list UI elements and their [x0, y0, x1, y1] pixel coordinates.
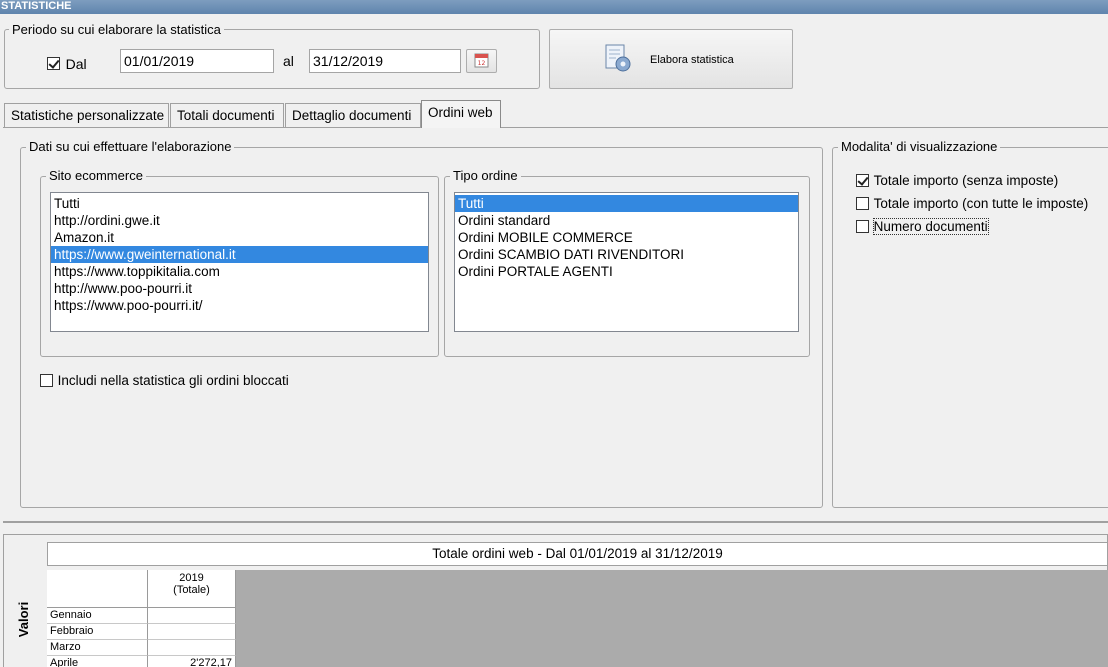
modalita-legend: Modalita' di visualizzazione — [838, 139, 1001, 154]
from-date-input[interactable]: 01/01/2019 — [120, 49, 274, 73]
option-numero-documenti[interactable]: Numero documenti — [856, 218, 989, 236]
tab-dettaglio-documenti[interactable]: Dettaglio documenti — [285, 103, 421, 128]
pivot-rows: Gennaio Febbraio Marzo Aprile 2'272,17 — [47, 608, 236, 667]
option-totale-senza-imposte[interactable]: Totale importo (senza imposte) — [856, 172, 1058, 188]
option-totale-senza-imposte-box[interactable] — [856, 174, 869, 188]
from-checkbox-label: Dal — [65, 55, 87, 72]
value-cell[interactable]: 2'272,17 — [148, 656, 236, 667]
to-label: al — [283, 53, 294, 69]
from-checkbox[interactable]: Dal — [47, 55, 87, 72]
pivot-title: Totale ordini web - Dal 01/01/2019 al 31… — [47, 542, 1108, 566]
pivot-column-header[interactable]: 2019 (Totale) — [148, 570, 236, 608]
month-cell: Marzo — [47, 640, 148, 656]
tab-statistiche-personalizzate[interactable]: Statistiche personalizzate — [4, 103, 169, 128]
value-cell[interactable] — [148, 608, 236, 624]
tipo-listbox[interactable]: Tutti Ordini standard Ordini MOBILE COMMER… — [454, 192, 799, 332]
pivot-side-label: Valori — [16, 601, 32, 637]
tab-panel-border — [3, 127, 1108, 128]
table-row: Aprile 2'272,17 — [47, 656, 236, 667]
period-legend: Periodo su cui elaborare la statistica — [9, 22, 224, 37]
list-item[interactable]: Ordini PORTALE AGENTI — [455, 263, 798, 280]
option-totale-con-imposte-box[interactable] — [856, 197, 869, 211]
calendar-button[interactable]: 12 — [466, 49, 497, 73]
option-totale-con-imposte[interactable]: Totale importo (con tutte le imposte) — [856, 195, 1088, 211]
value-cell[interactable] — [148, 624, 236, 640]
splitter[interactable] — [3, 521, 1108, 523]
table-row: Febbraio — [47, 624, 236, 640]
tipo-legend: Tipo ordine — [450, 168, 521, 183]
list-item[interactable]: Ordini standard — [455, 212, 798, 229]
list-item[interactable]: Ordini MOBILE COMMERCE — [455, 229, 798, 246]
month-cell: Febbraio — [47, 624, 148, 640]
value-cell[interactable] — [148, 640, 236, 656]
list-item[interactable]: https://www.toppikitalia.com — [51, 263, 428, 280]
list-item[interactable]: Ordini SCAMBIO DATI RIVENDITORI — [455, 246, 798, 263]
sito-legend: Sito ecommerce — [46, 168, 146, 183]
elabora-statistica-label: Elabora statistica — [650, 54, 734, 66]
dati-legend: Dati su cui effettuare l'elaborazione — [26, 139, 235, 154]
list-item[interactable]: http://www.poo-pourri.it — [51, 280, 428, 297]
list-item[interactable]: https://www.poo-pourri.it/ — [51, 297, 428, 314]
tab-ordini-web[interactable]: Ordini web — [421, 100, 501, 128]
elabora-statistica-button[interactable]: Elabora statistica — [549, 29, 793, 89]
includi-bloccati-label: Includi nella statistica gli ordini bloc… — [57, 373, 289, 389]
option-label: Totale importo (con tutte le imposte) — [873, 196, 1089, 212]
option-label: Totale importo (senza imposte) — [873, 173, 1059, 189]
list-item[interactable]: Tutti — [51, 195, 428, 212]
option-numero-documenti-box[interactable] — [856, 220, 869, 234]
gear-document-icon — [605, 44, 631, 72]
list-item[interactable]: http://ordini.gwe.it — [51, 212, 428, 229]
list-item[interactable]: Tutti — [455, 195, 798, 212]
pivot-side-label-container: Valori — [4, 571, 44, 667]
month-cell: Aprile — [47, 656, 148, 667]
svg-text:12: 12 — [478, 60, 486, 67]
window-title: STATISTICHE — [0, 0, 1108, 14]
calendar-icon: 12 — [474, 53, 489, 68]
sito-listbox[interactable]: Tutti http://ordini.gwe.it Amazon.it https:… — [50, 192, 429, 332]
to-date-input[interactable]: 31/12/2019 — [309, 49, 461, 73]
pivot-corner — [47, 570, 148, 608]
list-item[interactable]: https://www.gweinternational.it — [51, 246, 428, 263]
list-item[interactable]: Amazon.it — [51, 229, 428, 246]
table-row: Marzo — [47, 640, 236, 656]
from-checkbox-box[interactable] — [47, 57, 60, 71]
includi-bloccati-checkbox[interactable]: Includi nella statistica gli ordini bloc… — [40, 372, 289, 388]
includi-bloccati-box[interactable] — [40, 374, 53, 388]
month-cell: Gennaio — [47, 608, 148, 624]
table-row: Gennaio — [47, 608, 236, 624]
tab-totali-documenti[interactable]: Totali documenti — [170, 103, 284, 128]
option-label: Numero documenti — [872, 218, 989, 236]
